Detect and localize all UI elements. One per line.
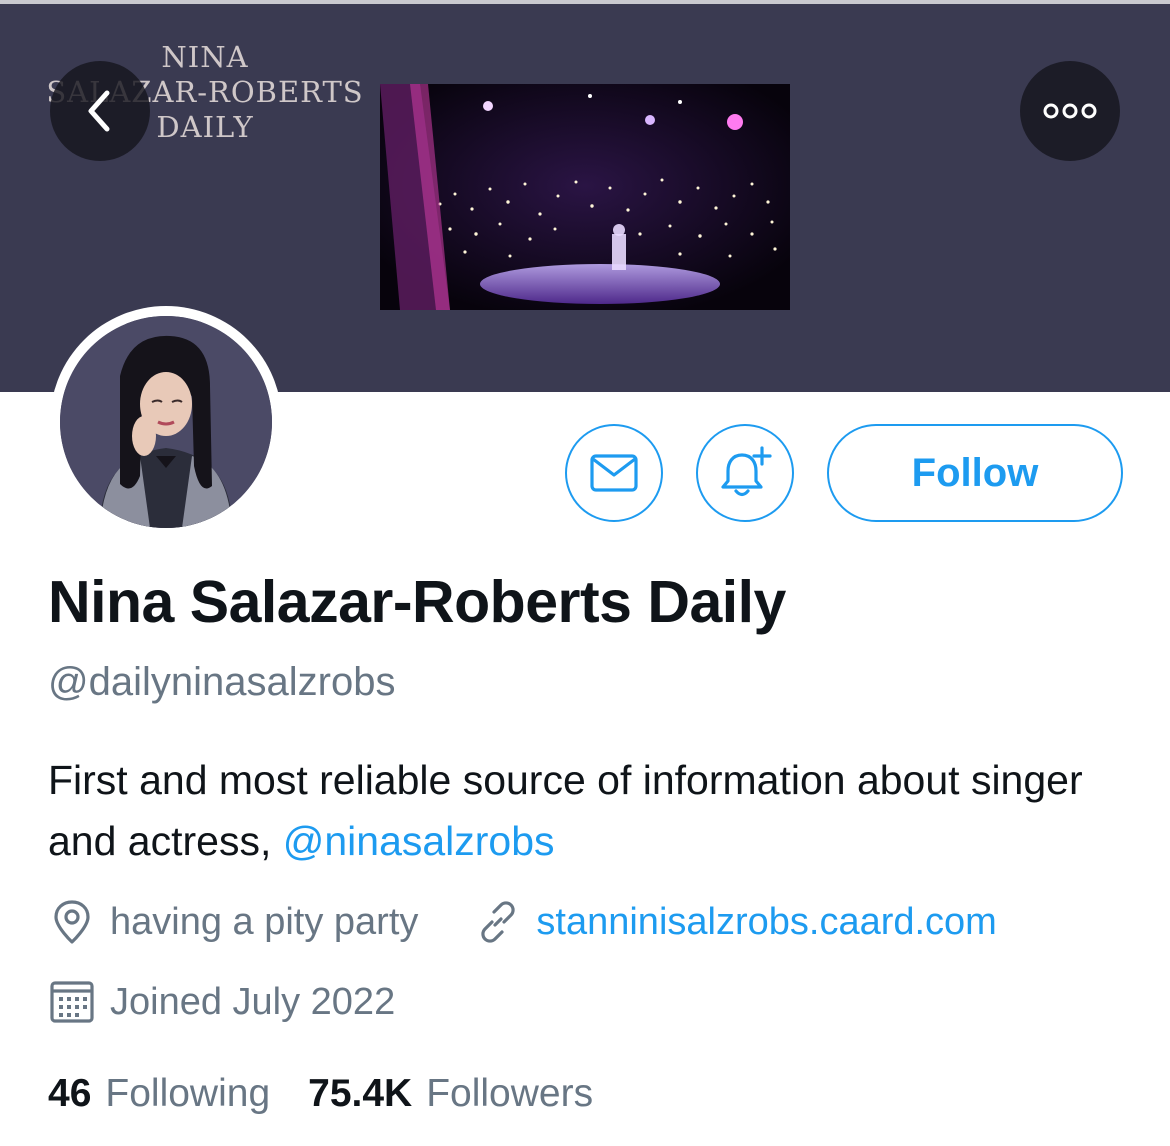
website-item[interactable]: stanninisalzrobs.caard.com: [474, 898, 997, 946]
avatar-image: [60, 316, 272, 528]
profile-stats: 46 Following 75.4K Followers: [48, 1072, 593, 1116]
message-button[interactable]: [565, 424, 663, 522]
profile-handle: @dailyninasalzrobs: [48, 660, 396, 704]
location-pin-icon: [48, 898, 96, 946]
joined-text: Joined July 2022: [110, 980, 396, 1023]
link-icon: [474, 898, 522, 946]
more-options-button[interactable]: [1020, 61, 1120, 161]
followers-label: Followers: [426, 1072, 594, 1115]
notifications-button[interactable]: [696, 424, 794, 522]
profile-bio: First and most reliable source of inform…: [48, 750, 1148, 872]
location-item: having a pity party: [48, 898, 418, 946]
profile-meta-row: having a pity party stanninisalzrobs.caa…: [48, 898, 997, 946]
following-stat[interactable]: 46 Following: [48, 1072, 270, 1116]
followers-stat[interactable]: 75.4K Followers: [308, 1072, 593, 1116]
website-link[interactable]: stanninisalzrobs.caard.com: [536, 901, 996, 944]
avatar[interactable]: [60, 316, 272, 528]
calendar-icon: [48, 978, 96, 1026]
bio-mention-link[interactable]: @ninasalzrobs: [283, 818, 555, 864]
back-button[interactable]: [50, 61, 150, 161]
bio-text: First and most reliable source of inform…: [48, 757, 1083, 864]
more-dots-icon: [1043, 103, 1097, 119]
location-text: having a pity party: [110, 900, 419, 943]
follow-button[interactable]: Follow: [827, 424, 1123, 522]
following-count: 46: [48, 1072, 92, 1115]
envelope-icon: [590, 454, 638, 492]
profile-display-name: Nina Salazar-Roberts Daily: [48, 569, 786, 635]
chevron-left-icon: [88, 90, 110, 132]
followers-count: 75.4K: [308, 1072, 413, 1115]
following-label: Following: [105, 1072, 271, 1115]
bell-plus-icon: [721, 446, 772, 497]
concert-photo-image: [380, 84, 790, 310]
joined-row: Joined July 2022: [48, 978, 395, 1026]
joined-item: Joined July 2022: [48, 978, 395, 1026]
concert-photo: [380, 84, 790, 310]
